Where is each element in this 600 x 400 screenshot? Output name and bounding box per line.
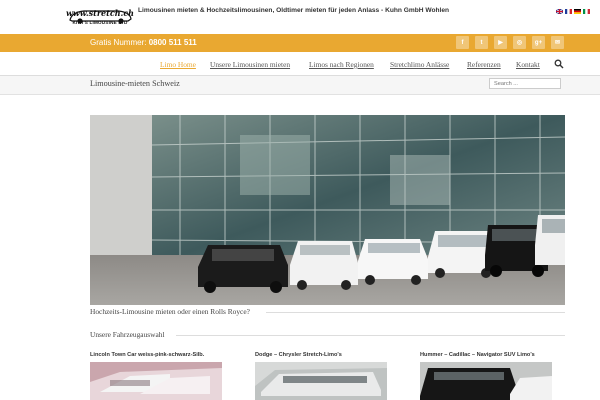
vehicle-image-lincoln[interactable] — [90, 362, 222, 400]
nav-limos-nach-regionen[interactable]: Limos nach Regionen — [309, 60, 374, 69]
nav-kontakt[interactable]: Kontakt — [516, 60, 540, 69]
hummer-white — [535, 215, 565, 265]
caption-divider — [266, 312, 565, 313]
phone-label: Gratis Nummer: — [90, 38, 147, 47]
company-logo[interactable]: www.stretch.ch KIWI'S LIMOUSINE LTD — [66, 6, 134, 30]
limousine-black — [198, 245, 288, 293]
english-flag-icon[interactable] — [556, 9, 563, 14]
vehicle-image-dodge[interactable] — [255, 362, 387, 400]
vehicle-title-hummer[interactable]: Hummer – Cadillac – Navigator SUV Limo's — [420, 352, 552, 361]
vehicle-title-lincoln[interactable]: Lincoln Town Car weiss-pink-schwarz-Silb… — [90, 352, 222, 361]
nav-referenzen[interactable]: Referenzen — [467, 60, 501, 69]
search-icon[interactable] — [554, 59, 564, 69]
email-icon[interactable]: ✉ — [551, 36, 564, 49]
fleet-divider — [176, 335, 565, 336]
fleet-heading: Unsere Fahrzeugauswahl — [90, 330, 165, 339]
italian-flag-icon[interactable] — [583, 9, 590, 14]
phone-number-link[interactable]: 0800 511 511 — [149, 38, 197, 47]
nav-limo-home[interactable]: Limo Home — [160, 60, 196, 69]
vehicle-card-hummer[interactable]: Hummer – Cadillac – Navigator SUV Limo's — [420, 352, 552, 400]
instagram-icon[interactable]: ◎ — [513, 36, 526, 49]
limousine-white-1 — [290, 241, 358, 290]
social-links: f t ▶ ◎ g+ ✉ — [456, 36, 564, 49]
german-flag-icon[interactable] — [574, 9, 581, 14]
nav-stretchlimo-anlaesse[interactable]: Stretchlimo Anlässe — [390, 60, 449, 69]
vehicle-card-lincoln[interactable]: Lincoln Town Car weiss-pink-schwarz-Silb… — [90, 352, 222, 400]
vehicle-image-hummer[interactable] — [420, 362, 552, 400]
phone-info: Gratis Nummer: 0800 511 511 — [90, 38, 197, 47]
nav-unsere-limousinen[interactable]: Unsere Limousinen mieten — [210, 60, 290, 69]
page-title: Limousine-mieten Schweiz — [90, 79, 180, 88]
main-navigation: Limo Home Unsere Limousinen mieten Limos… — [0, 56, 600, 74]
limousine-white-2 — [358, 239, 428, 285]
search-input[interactable] — [489, 78, 561, 89]
hero-image — [90, 115, 565, 305]
twitter-icon[interactable]: t — [475, 36, 488, 49]
vehicle-card-dodge[interactable]: Dodge – Chrysler Stretch-Limo's — [255, 352, 387, 400]
facebook-icon[interactable]: f — [456, 36, 469, 49]
top-header: www.stretch.ch KIWI'S LIMOUSINE LTD Limo… — [0, 0, 600, 34]
google-plus-icon[interactable]: g+ — [532, 36, 545, 49]
vehicle-title-dodge[interactable]: Dodge – Chrysler Stretch-Limo's — [255, 352, 387, 361]
hero-caption: Hochzeits-Limousine mieten oder einen Ro… — [90, 307, 250, 316]
page-title-bar: Limousine-mieten Schweiz — [0, 76, 600, 95]
logo-url-text: www.stretch.ch — [66, 8, 134, 18]
limousine-fleet-photo — [90, 115, 565, 305]
site-tagline: Limousinen mieten & Hochzeitslimousinen,… — [138, 7, 450, 14]
youtube-icon[interactable]: ▶ — [494, 36, 507, 49]
french-flag-icon[interactable] — [565, 9, 572, 14]
logo-subtitle: KIWI'S LIMOUSINE LTD — [72, 20, 128, 25]
language-switcher — [556, 9, 590, 14]
